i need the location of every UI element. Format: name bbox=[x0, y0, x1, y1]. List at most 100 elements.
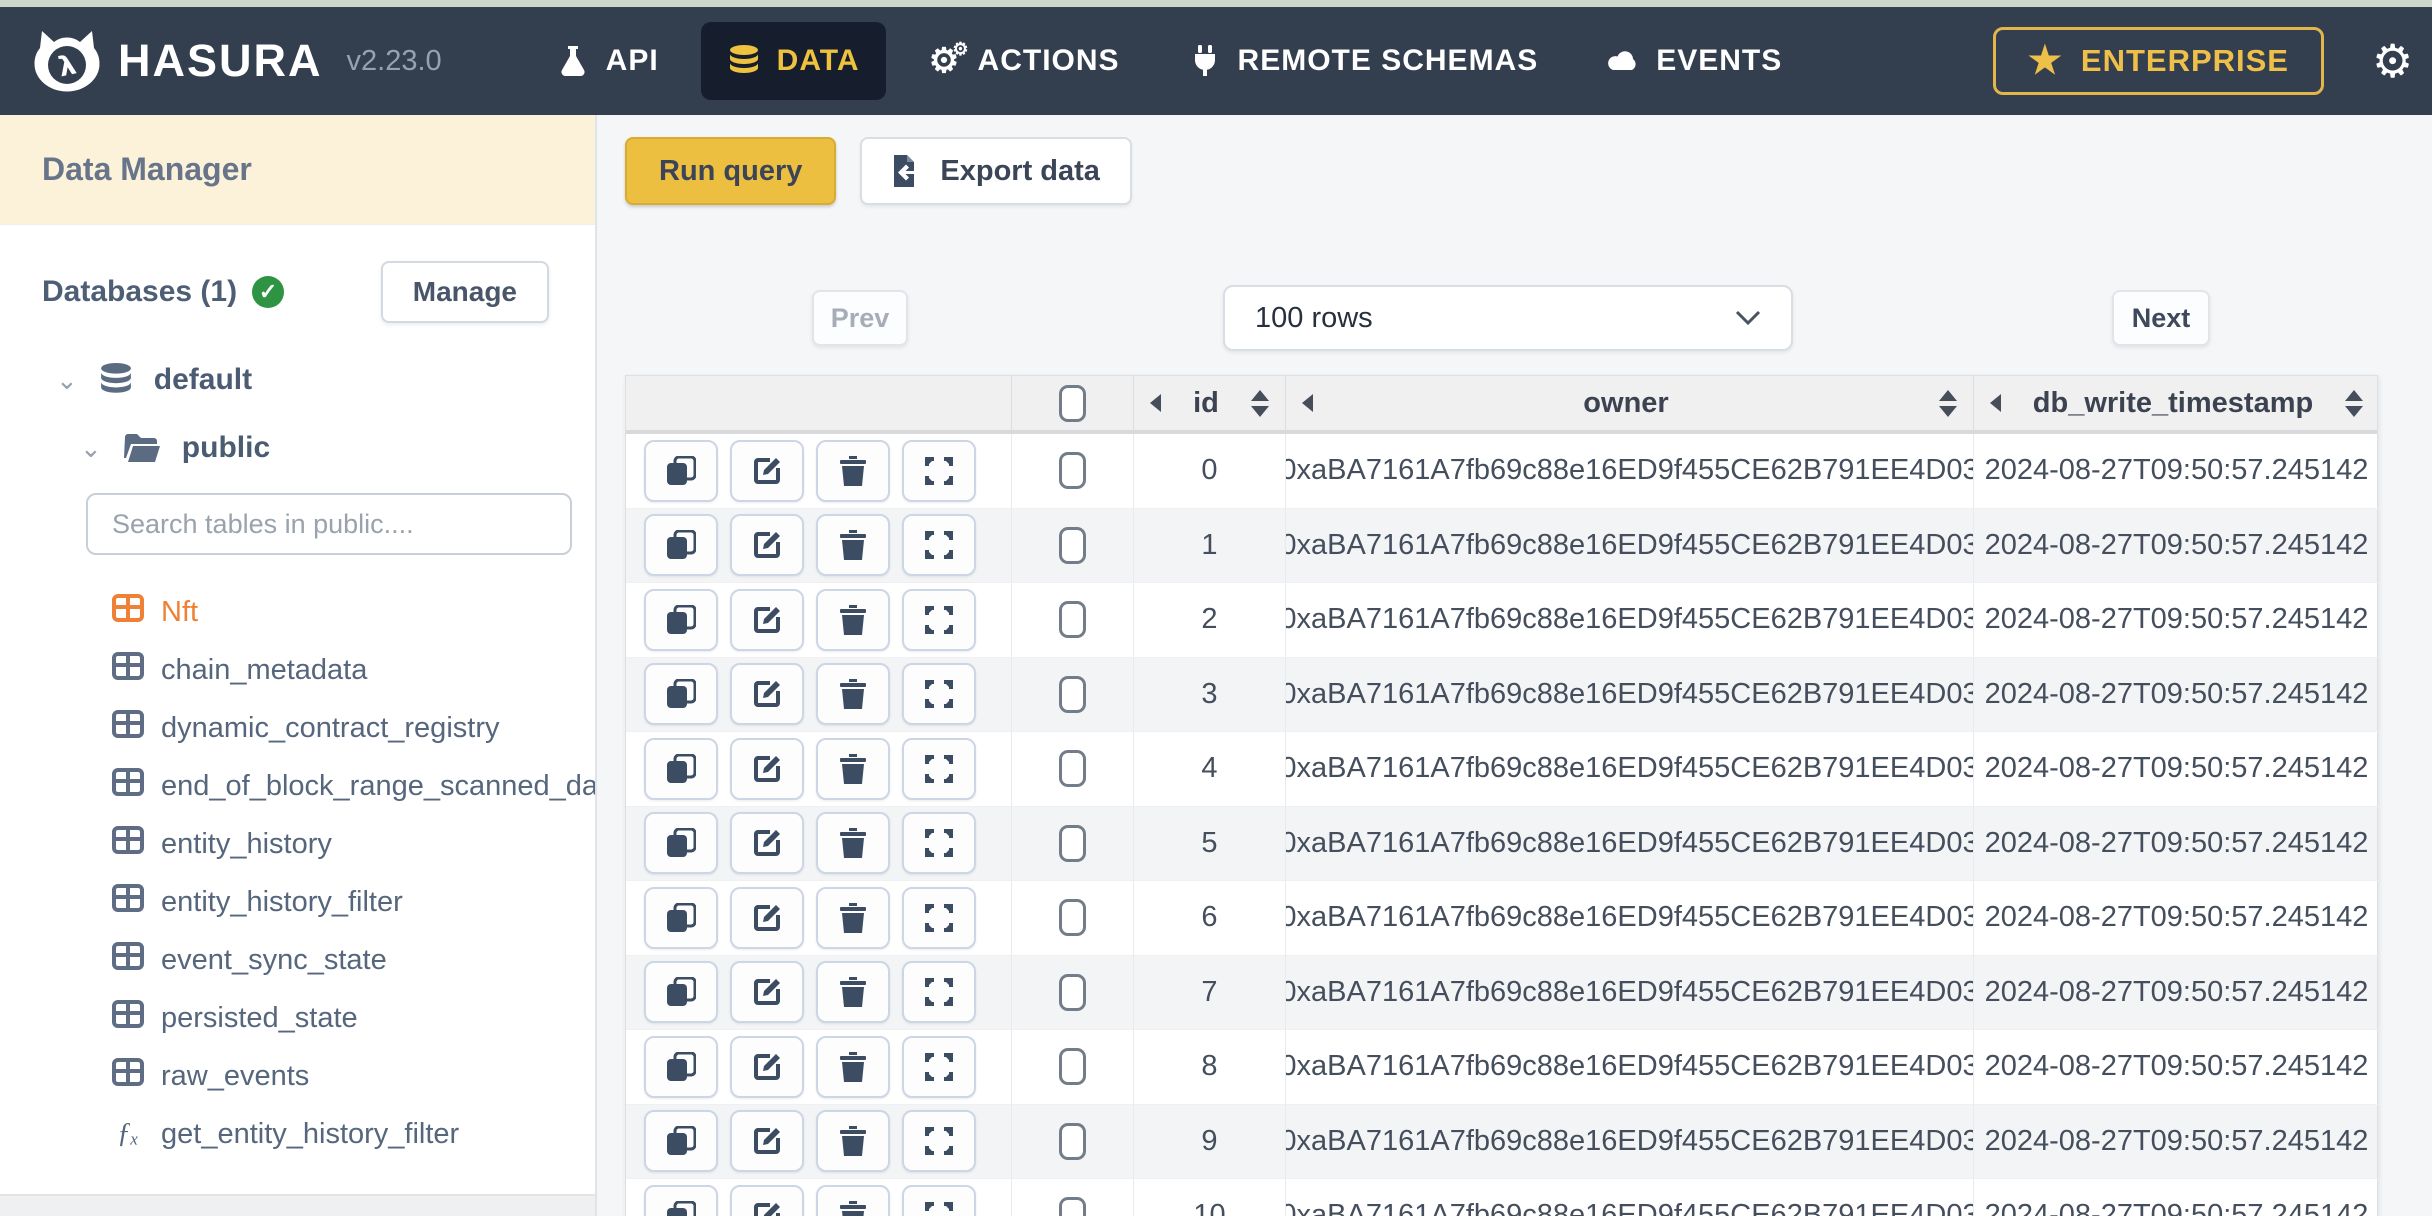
rows-per-page-select[interactable]: 100 rows bbox=[1223, 285, 1793, 351]
clone-row-button[interactable] bbox=[644, 1110, 718, 1173]
row-checkbox[interactable] bbox=[1059, 452, 1086, 490]
header-timestamp-column[interactable]: db_write_timestamp bbox=[1974, 376, 2379, 430]
row-checkbox[interactable] bbox=[1059, 1122, 1086, 1160]
select-all-checkbox[interactable] bbox=[1059, 384, 1086, 422]
sort-icon[interactable] bbox=[2345, 389, 2363, 417]
nav-item-api[interactable]: API bbox=[530, 22, 685, 100]
expand-row-button[interactable] bbox=[902, 663, 976, 726]
manage-button[interactable]: Manage bbox=[380, 261, 549, 323]
row-select-cell bbox=[1012, 955, 1134, 1030]
edit-row-button[interactable] bbox=[730, 663, 804, 726]
edit-row-button[interactable] bbox=[730, 439, 804, 502]
delete-row-button[interactable] bbox=[816, 588, 890, 651]
expand-row-button[interactable] bbox=[902, 588, 976, 651]
row-checkbox[interactable] bbox=[1059, 1197, 1086, 1216]
chevron-down-icon[interactable]: ⌄ bbox=[80, 433, 102, 464]
expand-row-button[interactable] bbox=[902, 1184, 976, 1216]
clone-row-button[interactable] bbox=[644, 439, 718, 502]
expand-row-button[interactable] bbox=[902, 514, 976, 577]
sidebar-table-item[interactable]: ƒₓ end_of_block_range_scanned_data bbox=[112, 757, 595, 815]
hasura-logo[interactable]: λ HASURA bbox=[34, 30, 323, 92]
sidebar-table-item[interactable]: ƒₓ chain_metadata bbox=[112, 641, 595, 699]
sort-icon[interactable] bbox=[1939, 389, 1957, 417]
tree-node-public-schema[interactable]: ⌄ public bbox=[0, 431, 595, 465]
header-id-column[interactable]: id bbox=[1134, 376, 1286, 430]
clone-row-button[interactable] bbox=[644, 1184, 718, 1216]
sidebar-table-item[interactable]: ƒₓ dynamic_contract_registry bbox=[112, 699, 595, 757]
delete-row-button[interactable] bbox=[816, 439, 890, 502]
edit-row-button[interactable] bbox=[730, 961, 804, 1024]
search-tables-input[interactable] bbox=[86, 493, 572, 555]
row-checkbox[interactable] bbox=[1059, 526, 1086, 564]
delete-row-button[interactable] bbox=[816, 1110, 890, 1173]
edit-row-button[interactable] bbox=[730, 1110, 804, 1173]
row-checkbox[interactable] bbox=[1059, 675, 1086, 713]
run-query-button[interactable]: Run query bbox=[625, 137, 837, 205]
nav-item-actions[interactable]: ⚙ ⚙ ACTIONS bbox=[902, 22, 1146, 100]
row-select-cell bbox=[1012, 508, 1134, 583]
delete-row-button[interactable] bbox=[816, 663, 890, 726]
expand-row-button[interactable] bbox=[902, 1110, 976, 1173]
nav-item-data[interactable]: DATA bbox=[700, 22, 886, 100]
expand-row-button[interactable] bbox=[902, 737, 976, 800]
row-select-cell bbox=[1012, 806, 1134, 881]
expand-row-button[interactable] bbox=[902, 439, 976, 502]
sidebar-table-item[interactable]: ƒₓ event_sync_state bbox=[112, 931, 595, 989]
timestamp-cell: 2024-08-27T09:50:57.245142 bbox=[1974, 1179, 2379, 1216]
settings-gear-icon[interactable]: ⚙ bbox=[2372, 34, 2432, 88]
clone-row-button[interactable] bbox=[644, 961, 718, 1024]
row-checkbox[interactable] bbox=[1059, 601, 1086, 639]
edit-row-button[interactable] bbox=[730, 812, 804, 875]
edit-row-button[interactable] bbox=[730, 588, 804, 651]
enterprise-label: ENTERPRISE bbox=[2080, 43, 2289, 78]
expand-row-button[interactable] bbox=[902, 961, 976, 1024]
nav-item-events[interactable]: EVENTS bbox=[1580, 22, 1808, 100]
sidebar-table-item[interactable]: ƒₓ entity_history bbox=[112, 815, 595, 873]
delete-row-button[interactable] bbox=[816, 1035, 890, 1098]
enterprise-button[interactable]: ★ ENTERPRISE bbox=[1992, 27, 2324, 95]
clone-row-button[interactable] bbox=[644, 886, 718, 949]
next-page-button[interactable]: Next bbox=[2112, 290, 2210, 346]
row-checkbox[interactable] bbox=[1059, 750, 1086, 788]
clone-row-button[interactable] bbox=[644, 1035, 718, 1098]
expand-row-button[interactable] bbox=[902, 1035, 976, 1098]
collapse-column-icon[interactable] bbox=[1990, 394, 2001, 412]
edit-row-button[interactable] bbox=[730, 514, 804, 577]
row-checkbox[interactable] bbox=[1059, 824, 1086, 862]
clone-row-button[interactable] bbox=[644, 737, 718, 800]
tree-node-default-db[interactable]: ⌄ default bbox=[0, 363, 595, 397]
edit-row-button[interactable] bbox=[730, 886, 804, 949]
expand-row-button[interactable] bbox=[902, 886, 976, 949]
delete-row-button[interactable] bbox=[816, 961, 890, 1024]
delete-row-button[interactable] bbox=[816, 737, 890, 800]
row-checkbox[interactable] bbox=[1059, 899, 1086, 937]
clone-row-button[interactable] bbox=[644, 812, 718, 875]
sidebar-table-item[interactable]: ƒₓ persisted_state bbox=[112, 989, 595, 1047]
delete-row-button[interactable] bbox=[816, 812, 890, 875]
delete-row-button[interactable] bbox=[816, 1184, 890, 1216]
row-checkbox[interactable] bbox=[1059, 1048, 1086, 1086]
clone-row-button[interactable] bbox=[644, 663, 718, 726]
delete-row-button[interactable] bbox=[816, 886, 890, 949]
prev-page-button[interactable]: Prev bbox=[812, 290, 908, 346]
edit-row-button[interactable] bbox=[730, 1184, 804, 1216]
chevron-down-icon[interactable]: ⌄ bbox=[56, 365, 78, 396]
sidebar-table-item[interactable]: ƒₓ Nft bbox=[112, 583, 595, 641]
owner-cell: 0xaBA7161A7fb69c88e16ED9f455CE62B791EE4D… bbox=[1286, 508, 1974, 583]
edit-row-button[interactable] bbox=[730, 1035, 804, 1098]
row-checkbox[interactable] bbox=[1059, 973, 1086, 1011]
export-data-button[interactable]: Export data bbox=[860, 137, 1132, 205]
edit-row-button[interactable] bbox=[730, 737, 804, 800]
nav-item-remote-schemas[interactable]: REMOTE SCHEMAS bbox=[1162, 22, 1565, 100]
expand-row-button[interactable] bbox=[902, 812, 976, 875]
delete-row-button[interactable] bbox=[816, 514, 890, 577]
sidebar-table-item[interactable]: ƒₓ entity_history_filter bbox=[112, 873, 595, 931]
header-owner-column[interactable]: owner bbox=[1286, 376, 1974, 430]
clone-row-button[interactable] bbox=[644, 514, 718, 577]
sidebar-table-item[interactable]: ƒₓ get_entity_history_filter bbox=[112, 1105, 595, 1163]
collapse-column-icon[interactable] bbox=[1150, 394, 1161, 412]
sort-icon[interactable] bbox=[1251, 389, 1269, 417]
collapse-column-icon[interactable] bbox=[1302, 394, 1313, 412]
sidebar-table-item[interactable]: ƒₓ raw_events bbox=[112, 1047, 595, 1105]
clone-row-button[interactable] bbox=[644, 588, 718, 651]
